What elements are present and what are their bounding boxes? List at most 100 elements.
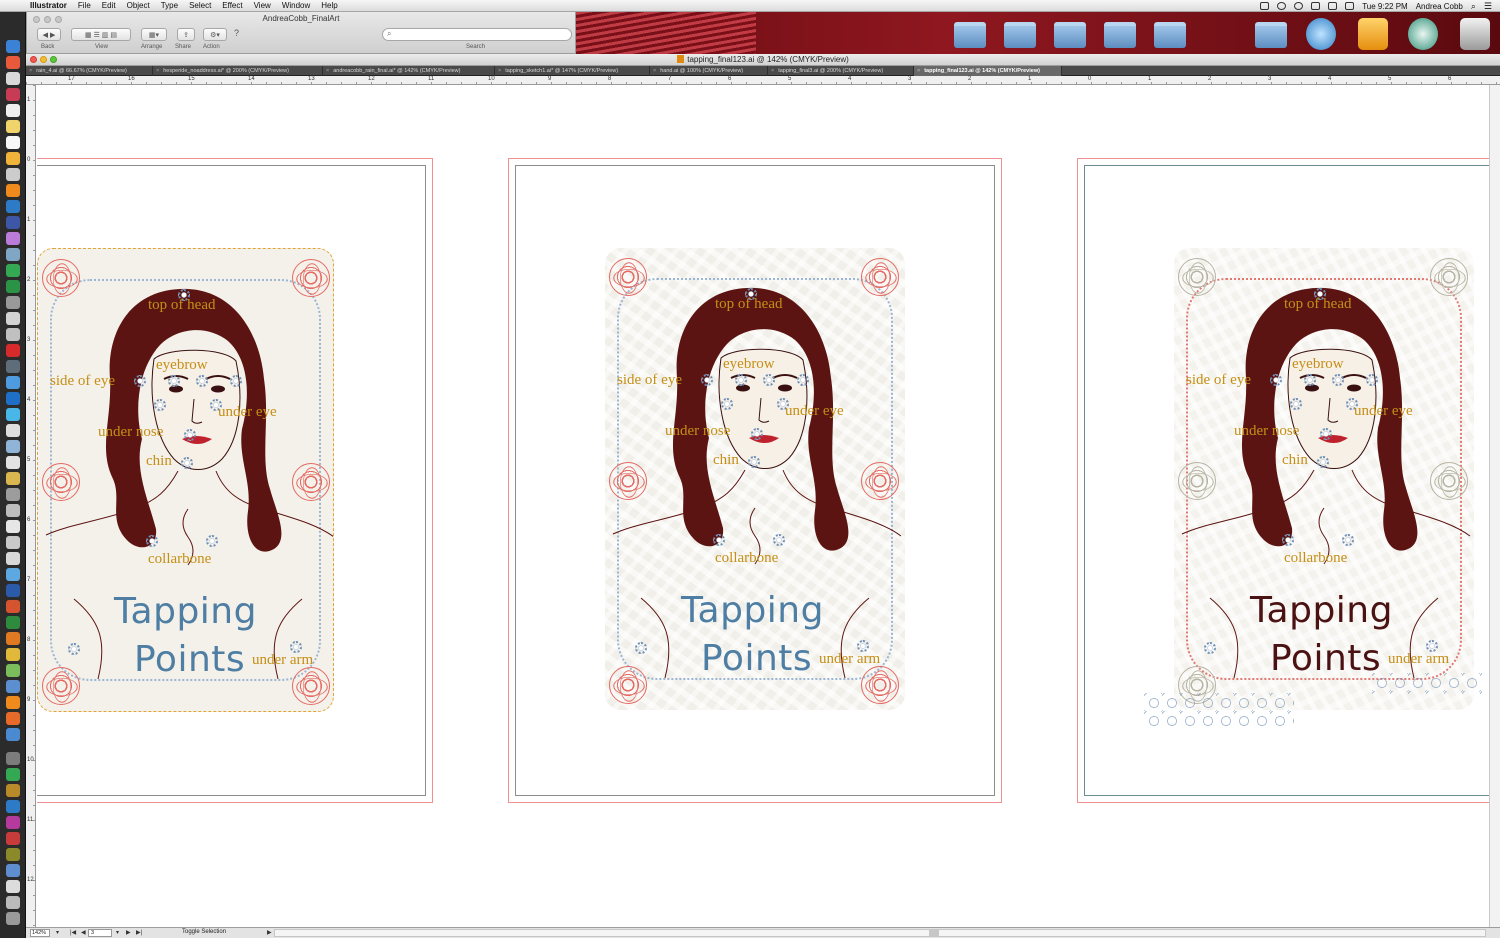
desktop-folder-icon[interactable] (1154, 22, 1186, 48)
external-drive-icon[interactable] (1358, 18, 1388, 50)
dock-app-icon[interactable] (6, 56, 20, 69)
tab-close-icon[interactable]: × (326, 68, 329, 74)
vertical-ruler[interactable]: 1 0 1 2 3 4 5 6 7 8 9 10 11 12 (26, 85, 36, 927)
dock-app-icon[interactable] (6, 696, 20, 709)
dock-app-icon[interactable] (6, 472, 20, 485)
dock-app-icon[interactable] (6, 312, 20, 325)
time-machine-icon[interactable] (1294, 2, 1304, 10)
battery-icon[interactable] (1328, 2, 1338, 10)
tapping-card-1[interactable]: top of head eyebrow side of eye under ey… (37, 248, 334, 712)
tab-close-icon[interactable]: × (917, 68, 920, 74)
volume-icon[interactable] (1345, 2, 1355, 10)
desktop-folder-icon[interactable] (1104, 22, 1136, 48)
horizontal-scrollbar[interactable] (274, 929, 1486, 937)
view-mode-button[interactable]: ▦ ☰ ▥ ▤ (71, 28, 131, 41)
dock-app-icon[interactable] (6, 72, 20, 85)
outlook-dock-icon[interactable] (6, 632, 20, 645)
dock-stack-icon[interactable] (6, 752, 20, 765)
menu-app-name[interactable]: Illustrator (30, 1, 67, 10)
powerpoint-dock-icon[interactable] (6, 600, 20, 613)
artboard-dropdown-icon[interactable]: ▾ (116, 929, 119, 936)
dock-stack-icon[interactable] (6, 784, 20, 797)
time-machine-drive-icon[interactable] (1408, 18, 1438, 50)
tab-close-icon[interactable]: × (498, 68, 501, 74)
close-icon[interactable] (30, 56, 37, 63)
dock-app-icon[interactable] (6, 536, 20, 549)
dock-app-icon[interactable] (6, 488, 20, 501)
artboard-number-field[interactable]: 3 (88, 929, 112, 937)
messages-icon[interactable] (1277, 2, 1287, 10)
doc-tab[interactable]: × tapping_final3.ai @ 200% (CMYK/Preview) (768, 66, 914, 76)
dock-app-icon[interactable] (6, 440, 20, 453)
doc-tab[interactable]: × andreacobb_rain_final.ai* @ 142% (CMYK/… (323, 66, 495, 76)
doc-tab[interactable]: × hand.ai @ 100% (CMYK/Preview) (650, 66, 768, 76)
doc-tab[interactable]: × tapping_sketch1.ai* @ 147% (CMYK/Previe… (495, 66, 650, 76)
back-forward-button[interactable]: ◀ ▶ (37, 28, 61, 41)
photoshop-dock-icon[interactable] (6, 200, 20, 213)
desktop-folder-icon[interactable] (954, 22, 986, 48)
doc-tab-active[interactable]: × tapping_final123.ai @ 142% (CMYK/Previe… (914, 66, 1062, 76)
last-artboard-icon[interactable]: ▶| (136, 929, 142, 936)
tapping-card-3[interactable]: top of head eyebrow side of eye under ey… (1174, 248, 1474, 710)
spotlight-icon[interactable]: ⌕ (1471, 1, 1476, 12)
dreamweaver-dock-icon[interactable] (6, 264, 20, 277)
firefox-dock-icon[interactable] (6, 712, 20, 725)
dock-app-icon[interactable] (6, 456, 20, 469)
status-menu-icon[interactable]: ▶ (267, 929, 272, 936)
network-globe-icon[interactable] (1306, 18, 1336, 50)
menu-file[interactable]: File (78, 1, 91, 10)
screen-sharing-icon[interactable] (1260, 2, 1270, 10)
hard-drive-icon[interactable] (1460, 18, 1490, 50)
tab-close-icon[interactable]: × (156, 68, 159, 74)
dock-app-icon[interactable] (6, 376, 20, 389)
dock-app-icon[interactable] (6, 216, 20, 229)
zoom-field[interactable]: 142% (30, 929, 50, 937)
tab-close-icon[interactable]: × (29, 68, 32, 74)
dock-app-icon[interactable] (6, 120, 20, 133)
dock-app-icon[interactable] (6, 520, 20, 533)
menu-view[interactable]: View (254, 1, 271, 10)
dock-app-icon[interactable] (6, 648, 20, 661)
dock-app-icon[interactable] (6, 680, 20, 693)
tab-close-icon[interactable]: × (653, 68, 656, 74)
dock-app-icon[interactable] (6, 408, 20, 421)
dock-app-icon[interactable] (6, 248, 20, 261)
menu-help[interactable]: Help (321, 1, 337, 10)
dock-app-icon[interactable] (6, 40, 20, 53)
dock-app-icon[interactable] (6, 168, 20, 181)
dock-app-icon[interactable] (6, 424, 20, 437)
dock-app-icon[interactable] (6, 664, 20, 677)
dock-app-icon[interactable] (6, 896, 20, 909)
next-artboard-icon[interactable]: ▶ (126, 929, 131, 936)
illustrator-dock-icon[interactable] (6, 184, 20, 197)
dock-app-icon[interactable] (6, 232, 20, 245)
action-button[interactable]: ⚙▾ (203, 28, 227, 41)
horizontal-ruler[interactable]: 17 16 15 14 13 12 11 10 9 8 7 6 5 4 3 2 1 0 1 2 3 4 5 6 (26, 76, 1500, 85)
wifi-icon[interactable] (1311, 2, 1321, 10)
menu-type[interactable]: Type (161, 1, 178, 10)
dock-stack-icon[interactable] (6, 816, 20, 829)
menu-window[interactable]: Window (282, 1, 310, 10)
first-artboard-icon[interactable]: |◀ (70, 929, 76, 936)
artboard-canvas[interactable]: top of head eyebrow side of eye under ey… (37, 85, 1489, 927)
toggle-selection-label[interactable]: Toggle Selection (182, 929, 226, 935)
dock-app-icon[interactable] (6, 88, 20, 101)
dock-app-icon[interactable] (6, 392, 20, 405)
zoom-icon[interactable] (50, 56, 57, 63)
desktop-folder-icon[interactable] (1054, 22, 1086, 48)
dock-app-icon[interactable] (6, 328, 20, 341)
dock-stack-icon[interactable] (6, 768, 20, 781)
finder-search-input[interactable] (382, 28, 572, 41)
dock-stack-icon[interactable] (6, 832, 20, 845)
dock-app-icon[interactable] (6, 504, 20, 517)
dock-app-icon[interactable] (6, 728, 20, 741)
zoom-dropdown-icon[interactable]: ▾ (56, 929, 59, 936)
doc-tab[interactable]: × rain_4.ai @ 66.67% (CMYK/Preview) (26, 66, 153, 76)
desktop-folder-icon[interactable] (1255, 22, 1287, 48)
dock-folder-icon[interactable] (6, 864, 20, 877)
minimize-icon[interactable] (40, 56, 47, 63)
dock-app-icon[interactable] (6, 880, 20, 893)
doc-tab[interactable]: × hesperide_noaddress.ai* @ 200% (CMYK/Pr… (153, 66, 323, 76)
tab-close-icon[interactable]: × (771, 68, 774, 74)
scroll-thumb[interactable] (929, 930, 939, 936)
